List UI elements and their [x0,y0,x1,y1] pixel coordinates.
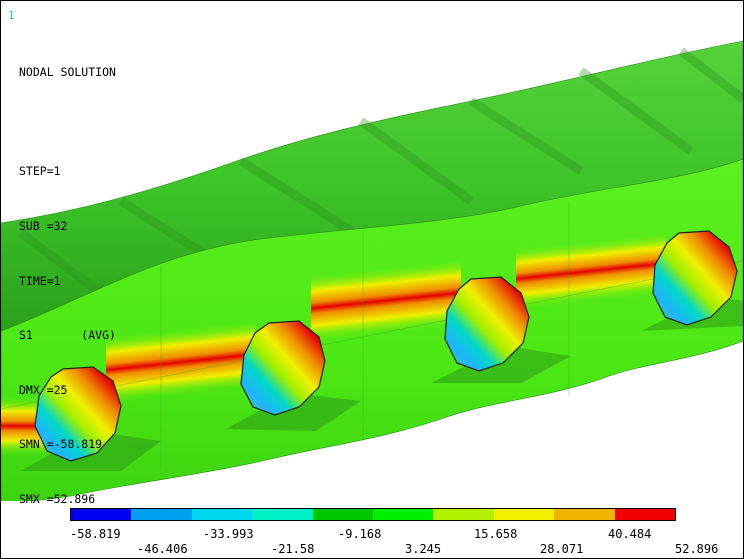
legend-label-bottom-2: -21.58 [271,542,315,556]
legend-swatch-10 [614,509,676,520]
info-smx: SMX =52.896 [19,492,96,507]
legend-swatch-3 [191,509,253,520]
legend-swatch-5 [312,509,374,520]
legend-swatch-1 [71,509,132,520]
window-number: 1 [8,9,15,22]
legend-label-top-4: 15.658 [474,527,518,541]
legend-swatch-7 [433,509,494,520]
info-dmx: DMX =25 [19,382,68,397]
legend-swatch-6 [373,509,434,520]
legend-label-bottom-4: 28.071 [540,542,584,556]
info-smn: SMN =-58.819 [19,437,103,452]
legend-label-top-3: -9.168 [338,527,382,541]
info-step: STEP=1 [19,164,61,179]
legend-label-top-5: 40.484 [608,527,652,541]
result-info-block: NODAL SOLUTION STEP=1 SUB =32 TIME=1 S1 … [19,27,116,545]
info-time: TIME=1 [19,273,61,288]
info-title: NODAL SOLUTION [19,65,116,80]
contour-legend-bar [70,508,676,521]
legend-label-bottom-3: 3.245 [405,542,442,556]
legend-swatch-2 [131,509,192,520]
graphics-window[interactable]: 1 NODAL SOLUTION STEP=1 SUB =32 TIME=1 S… [0,0,744,559]
legend-swatch-9 [554,509,615,520]
legend-swatch-8 [493,509,555,520]
legend-label-top-1: -58.819 [70,527,121,541]
legend-swatch-4 [252,509,313,520]
legend-label-bottom-1: -46.406 [137,542,188,556]
info-item: S1 (AVG) [19,328,116,343]
legend-label-top-2: -33.993 [203,527,254,541]
legend-label-bottom-5: 52.896 [675,542,719,556]
info-sub: SUB =32 [19,219,68,234]
